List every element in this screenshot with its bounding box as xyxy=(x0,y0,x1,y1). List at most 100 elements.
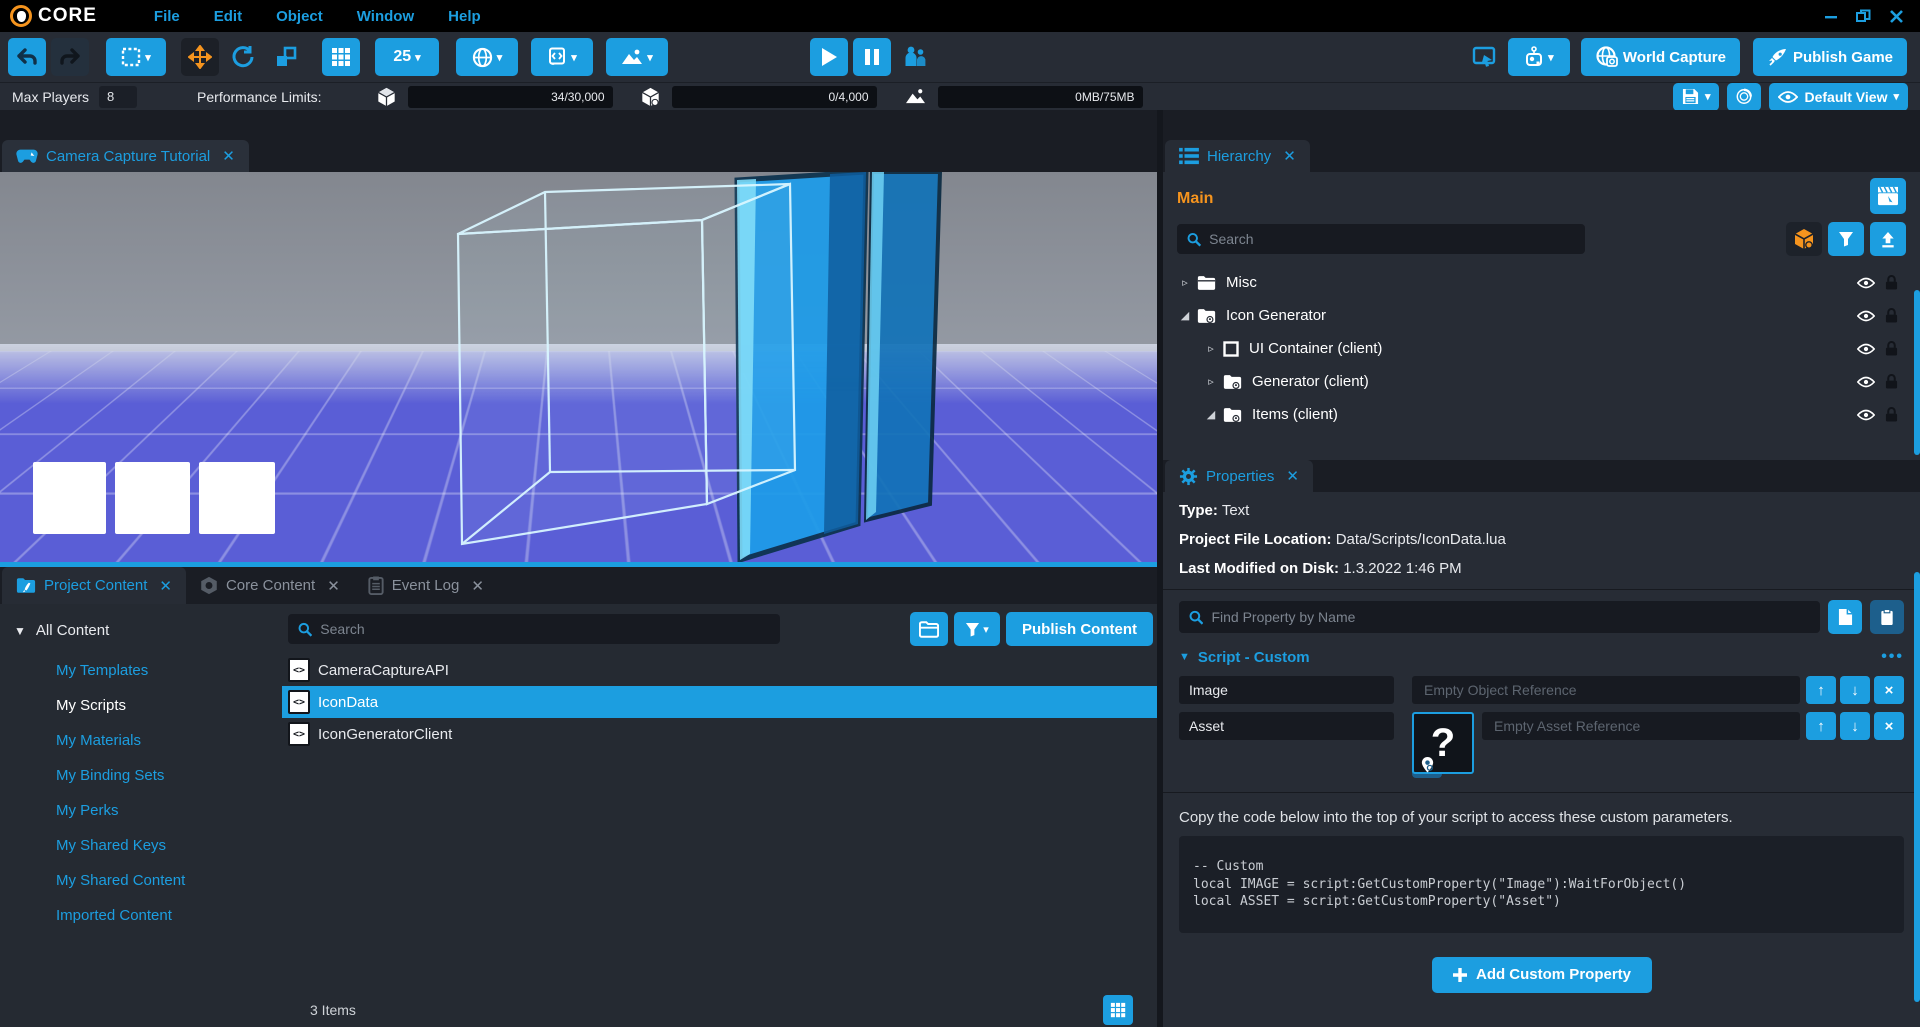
property-search-input[interactable] xyxy=(1211,609,1810,625)
content-search-input[interactable] xyxy=(320,621,770,637)
sidebar-item-my-binding-sets[interactable]: My Binding Sets xyxy=(14,758,282,793)
open-folder-button[interactable] xyxy=(910,612,948,646)
file-row-icondata[interactable]: <> IconData xyxy=(282,686,1157,718)
script-dropdown[interactable]: ▾ xyxy=(531,38,593,76)
tree-row-ui-container[interactable]: ▹ UI Container (client) xyxy=(1177,332,1906,365)
file-row-icongeneratorclient[interactable]: <> IconGeneratorClient xyxy=(282,718,1157,750)
close-tab-icon[interactable]: ✕ xyxy=(222,147,235,165)
tree-row-items[interactable]: ◢ Items (client) xyxy=(1177,398,1906,431)
world-settings-dropdown[interactable]: ▾ xyxy=(456,38,518,76)
restore-icon[interactable] xyxy=(1856,9,1871,24)
selection-mode-dropdown[interactable]: ▾ xyxy=(106,38,166,76)
expand-icon[interactable]: ▹ xyxy=(1203,375,1219,388)
sidebar-item-my-materials[interactable]: My Materials xyxy=(14,723,282,758)
sidebar-item-imported-content[interactable]: Imported Content xyxy=(14,898,282,933)
grid-size-dropdown[interactable]: 25 ▾ xyxy=(375,38,439,76)
lock-icon[interactable] xyxy=(1885,308,1898,323)
menu-file[interactable]: File xyxy=(137,8,197,25)
pause-button[interactable] xyxy=(853,38,891,76)
redo-button[interactable] xyxy=(51,38,89,76)
hierarchy-scrollbar[interactable] xyxy=(1914,290,1920,455)
networked-objects-button[interactable] xyxy=(1786,222,1822,256)
add-custom-property-button[interactable]: Add Custom Property xyxy=(1432,957,1652,993)
default-view-dropdown[interactable]: Default View ▾ xyxy=(1769,83,1908,111)
lock-icon[interactable] xyxy=(1885,341,1898,356)
properties-scrollbar[interactable] xyxy=(1914,572,1920,1002)
expand-icon[interactable]: ▹ xyxy=(1177,276,1193,289)
grid-snap-button[interactable] xyxy=(322,38,360,76)
content-search[interactable] xyxy=(288,614,780,644)
lock-icon[interactable] xyxy=(1885,407,1898,422)
hierarchy-filter-button[interactable] xyxy=(1828,222,1864,256)
sidebar-item-all-content[interactable]: ▼ All Content xyxy=(14,622,282,639)
tree-row-misc[interactable]: ▹ Misc xyxy=(1177,266,1906,299)
lock-icon[interactable] xyxy=(1885,275,1898,290)
property-name-field[interactable]: Image xyxy=(1179,676,1394,704)
publish-game-button[interactable]: Publish Game xyxy=(1753,38,1907,76)
viewport-3d[interactable] xyxy=(0,172,1157,562)
tab-hierarchy[interactable]: Hierarchy ✕ xyxy=(1165,140,1310,172)
copy-properties-button[interactable] xyxy=(1828,600,1862,634)
terrain-creator-button[interactable] xyxy=(1727,83,1761,111)
tab-properties[interactable]: Properties ✕ xyxy=(1165,460,1313,492)
move-up-button[interactable]: ↑ xyxy=(1806,676,1836,704)
file-row-cameracaptureapi[interactable]: <> CameraCaptureAPI xyxy=(282,654,1157,686)
paste-properties-button[interactable] xyxy=(1870,600,1904,634)
cinematic-capture-button[interactable] xyxy=(1870,178,1906,214)
tree-row-icon-generator[interactable]: ◢ Icon Generator xyxy=(1177,299,1906,332)
sidebar-item-my-shared-content[interactable]: My Shared Content xyxy=(14,863,282,898)
bot-capture-dropdown[interactable]: ▾ xyxy=(1508,38,1570,76)
close-tab-icon[interactable]: ✕ xyxy=(1286,467,1299,485)
menu-help[interactable]: Help xyxy=(431,8,498,25)
menu-edit[interactable]: Edit xyxy=(197,8,259,25)
custom-parameters-code[interactable]: -- Custom local IMAGE = script:GetCustom… xyxy=(1179,836,1904,933)
visibility-eye-icon[interactable] xyxy=(1857,310,1875,322)
visibility-eye-icon[interactable] xyxy=(1857,343,1875,355)
move-down-button[interactable]: ↓ xyxy=(1840,712,1870,740)
delete-property-button[interactable]: × xyxy=(1874,676,1904,704)
sidebar-item-my-templates[interactable]: My Templates xyxy=(14,653,282,688)
object-reference-field[interactable]: Empty Object Reference xyxy=(1412,676,1800,704)
sidebar-item-my-shared-keys[interactable]: My Shared Keys xyxy=(14,828,282,863)
move-up-button[interactable]: ↑ xyxy=(1806,712,1836,740)
section-script-custom[interactable]: ▼ Script - Custom ••• xyxy=(1179,648,1904,666)
tab-camera-capture-tutorial[interactable]: Camera Capture Tutorial ✕ xyxy=(2,140,249,172)
sidebar-item-my-scripts[interactable]: My Scripts xyxy=(14,688,282,723)
expand-icon[interactable]: ▼ xyxy=(14,624,26,638)
terrain-dropdown[interactable]: ▾ xyxy=(606,38,668,76)
close-tab-icon[interactable]: ✕ xyxy=(471,577,484,595)
multiplayer-preview-button[interactable] xyxy=(896,38,934,76)
filter-dropdown-button[interactable]: ▾ xyxy=(954,612,1000,646)
export-button[interactable] xyxy=(1870,222,1906,256)
visibility-eye-icon[interactable] xyxy=(1857,409,1875,421)
property-search[interactable] xyxy=(1179,601,1820,633)
hierarchy-search-input[interactable] xyxy=(1209,231,1575,247)
asset-reference-field[interactable]: Empty Asset Reference xyxy=(1482,712,1800,740)
move-down-button[interactable]: ↓ xyxy=(1840,676,1870,704)
tree-row-generator[interactable]: ▹ Generator (client) xyxy=(1177,365,1906,398)
collapse-icon[interactable]: ◢ xyxy=(1203,408,1219,421)
move-tool-button[interactable] xyxy=(181,38,219,76)
publish-content-button[interactable]: Publish Content xyxy=(1006,612,1153,646)
grid-view-button[interactable] xyxy=(1103,995,1133,1025)
undo-button[interactable] xyxy=(8,38,46,76)
tab-event-log[interactable]: Event Log ✕ xyxy=(354,567,498,604)
hierarchy-search[interactable] xyxy=(1177,224,1585,254)
visibility-eye-icon[interactable] xyxy=(1857,277,1875,289)
property-name-field[interactable]: Asset xyxy=(1179,712,1394,740)
close-tab-icon[interactable]: ✕ xyxy=(327,577,340,595)
world-capture-button[interactable]: World Capture xyxy=(1581,38,1740,76)
screen-capture-toggle[interactable] xyxy=(1465,38,1503,76)
scale-tool-button[interactable] xyxy=(267,38,305,76)
section-menu-icon[interactable]: ••• xyxy=(1881,648,1904,666)
delete-property-button[interactable]: × xyxy=(1874,712,1904,740)
visibility-eye-icon[interactable] xyxy=(1857,376,1875,388)
collapse-icon[interactable]: ◢ xyxy=(1177,309,1193,322)
sidebar-item-my-perks[interactable]: My Perks xyxy=(14,793,282,828)
expand-icon[interactable]: ▹ xyxy=(1203,342,1219,355)
max-players-input[interactable] xyxy=(99,86,137,108)
menu-object[interactable]: Object xyxy=(259,8,340,25)
menu-window[interactable]: Window xyxy=(340,8,431,25)
tab-core-content[interactable]: Core Content ✕ xyxy=(186,567,354,604)
lock-icon[interactable] xyxy=(1885,374,1898,389)
